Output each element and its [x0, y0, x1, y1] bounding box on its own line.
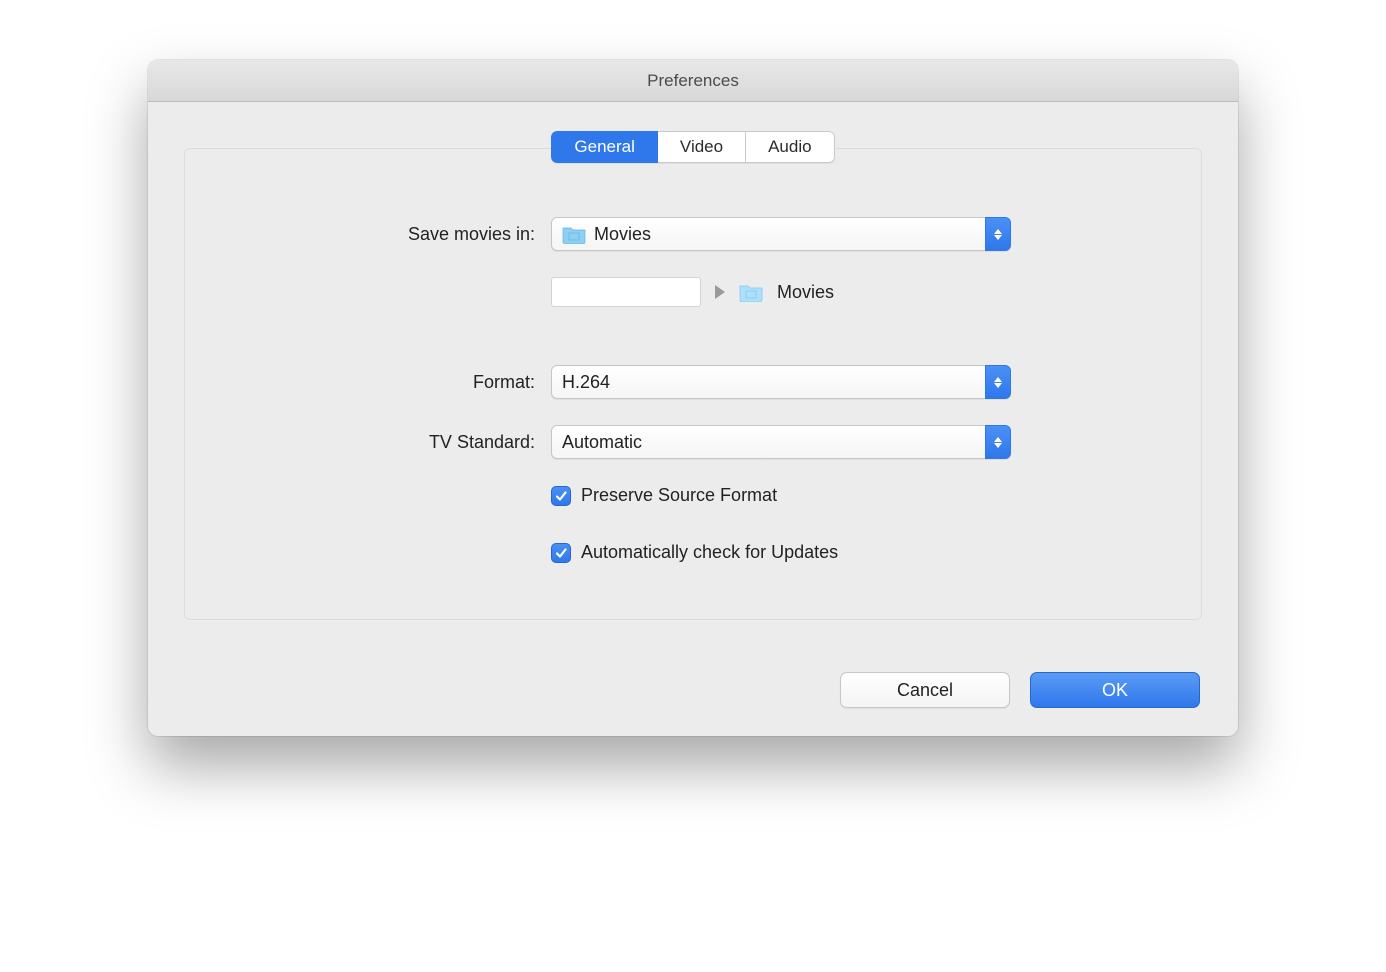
preserve-source-format-row[interactable]: Preserve Source Format	[551, 485, 1011, 506]
tv-standard-popup[interactable]: Automatic	[551, 425, 1011, 459]
tab-audio[interactable]: Audio	[746, 131, 834, 163]
tv-standard-label: TV Standard:	[255, 432, 535, 453]
cancel-button[interactable]: Cancel	[840, 672, 1010, 708]
auto-check-updates-row[interactable]: Automatically check for Updates	[551, 542, 1011, 563]
path-root-box[interactable]	[551, 277, 701, 307]
popup-arrows-icon	[985, 425, 1011, 459]
auto-check-updates-label: Automatically check for Updates	[581, 542, 838, 563]
ok-button-label: OK	[1102, 680, 1128, 701]
preserve-source-format-checkbox[interactable]	[551, 486, 571, 506]
format-value: H.264	[562, 372, 985, 393]
preferences-group: General Video Audio Save movies in:	[184, 148, 1202, 620]
folder-icon	[739, 282, 763, 302]
save-location-popup[interactable]: Movies	[551, 217, 1011, 251]
path-breadcrumb: Movies	[551, 277, 1011, 307]
tab-bar: General Video Audio	[245, 131, 1141, 163]
preserve-source-format-label: Preserve Source Format	[581, 485, 777, 506]
tab-video-label: Video	[680, 137, 723, 157]
format-label: Format:	[255, 372, 535, 393]
breadcrumb-folder-name: Movies	[777, 282, 834, 303]
tab-audio-label: Audio	[768, 137, 811, 157]
window-title: Preferences	[647, 71, 739, 91]
ok-button[interactable]: OK	[1030, 672, 1200, 708]
folder-icon	[562, 224, 586, 244]
tab-video[interactable]: Video	[658, 131, 746, 163]
dialog-footer: Cancel OK	[148, 644, 1238, 736]
window-titlebar: Preferences	[148, 60, 1238, 102]
window-content: General Video Audio Save movies in:	[148, 102, 1238, 644]
tab-general[interactable]: General	[551, 131, 657, 163]
format-popup[interactable]: H.264	[551, 365, 1011, 399]
chevron-right-icon	[715, 285, 725, 299]
check-icon	[554, 546, 568, 560]
preferences-window: Preferences General Video Audio Save	[148, 60, 1238, 736]
tab-segmented-control: General Video Audio	[551, 131, 834, 163]
check-icon	[554, 489, 568, 503]
form-grid: Save movies in: Movies	[255, 217, 1141, 563]
tab-general-label: General	[574, 137, 634, 157]
save-movies-label: Save movies in:	[255, 224, 535, 245]
save-location-value: Movies	[594, 224, 985, 245]
tv-standard-value: Automatic	[562, 432, 985, 453]
cancel-button-label: Cancel	[897, 680, 953, 701]
auto-check-updates-checkbox[interactable]	[551, 543, 571, 563]
popup-arrows-icon	[985, 365, 1011, 399]
popup-arrows-icon	[985, 217, 1011, 251]
